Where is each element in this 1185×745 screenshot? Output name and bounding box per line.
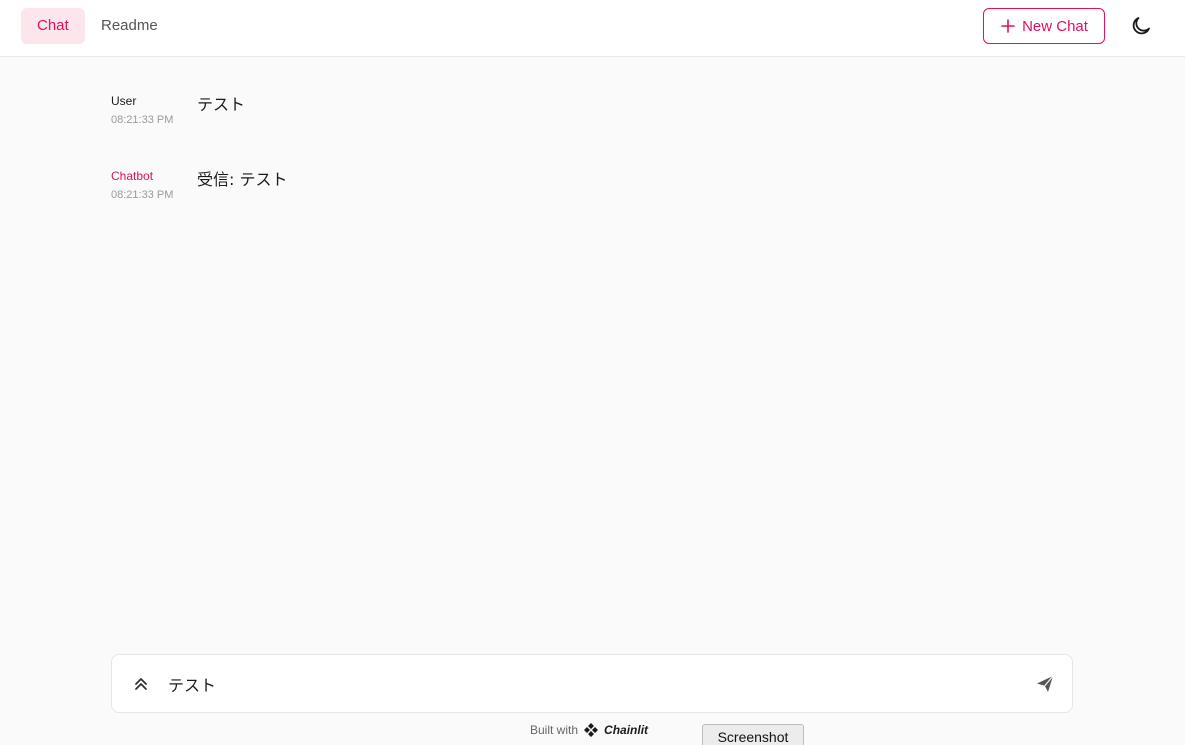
chainlit-brand[interactable]: Chainlit [604, 723, 648, 737]
send-icon[interactable] [1034, 673, 1056, 695]
message-composer [111, 654, 1073, 713]
tab-chat[interactable]: Chat [21, 8, 85, 44]
message-author: User [111, 94, 137, 108]
new-chat-label: New Chat [1022, 17, 1088, 35]
plus-icon [1001, 19, 1015, 33]
message-input[interactable] [168, 672, 1008, 696]
built-with-label: Built with [530, 723, 579, 737]
app-header: Chat Readme New Chat [0, 0, 1185, 57]
tab-readme[interactable]: Readme [85, 8, 174, 44]
footer: Built with Chainlit [530, 721, 648, 739]
chainlit-logo-icon [584, 723, 599, 737]
message-author: Chatbot [111, 169, 154, 183]
message-content: 受信: テスト [197, 170, 288, 189]
moon-icon[interactable] [1129, 14, 1153, 38]
message-timestamp: 08:21:33 PM [111, 114, 174, 126]
new-chat-button[interactable]: New Chat [983, 8, 1105, 44]
chevrons-up-icon[interactable] [132, 675, 150, 693]
message-content: テスト [197, 95, 246, 114]
screenshot-button[interactable]: Screenshot [702, 724, 804, 745]
message-timestamp: 08:21:33 PM [111, 189, 174, 201]
